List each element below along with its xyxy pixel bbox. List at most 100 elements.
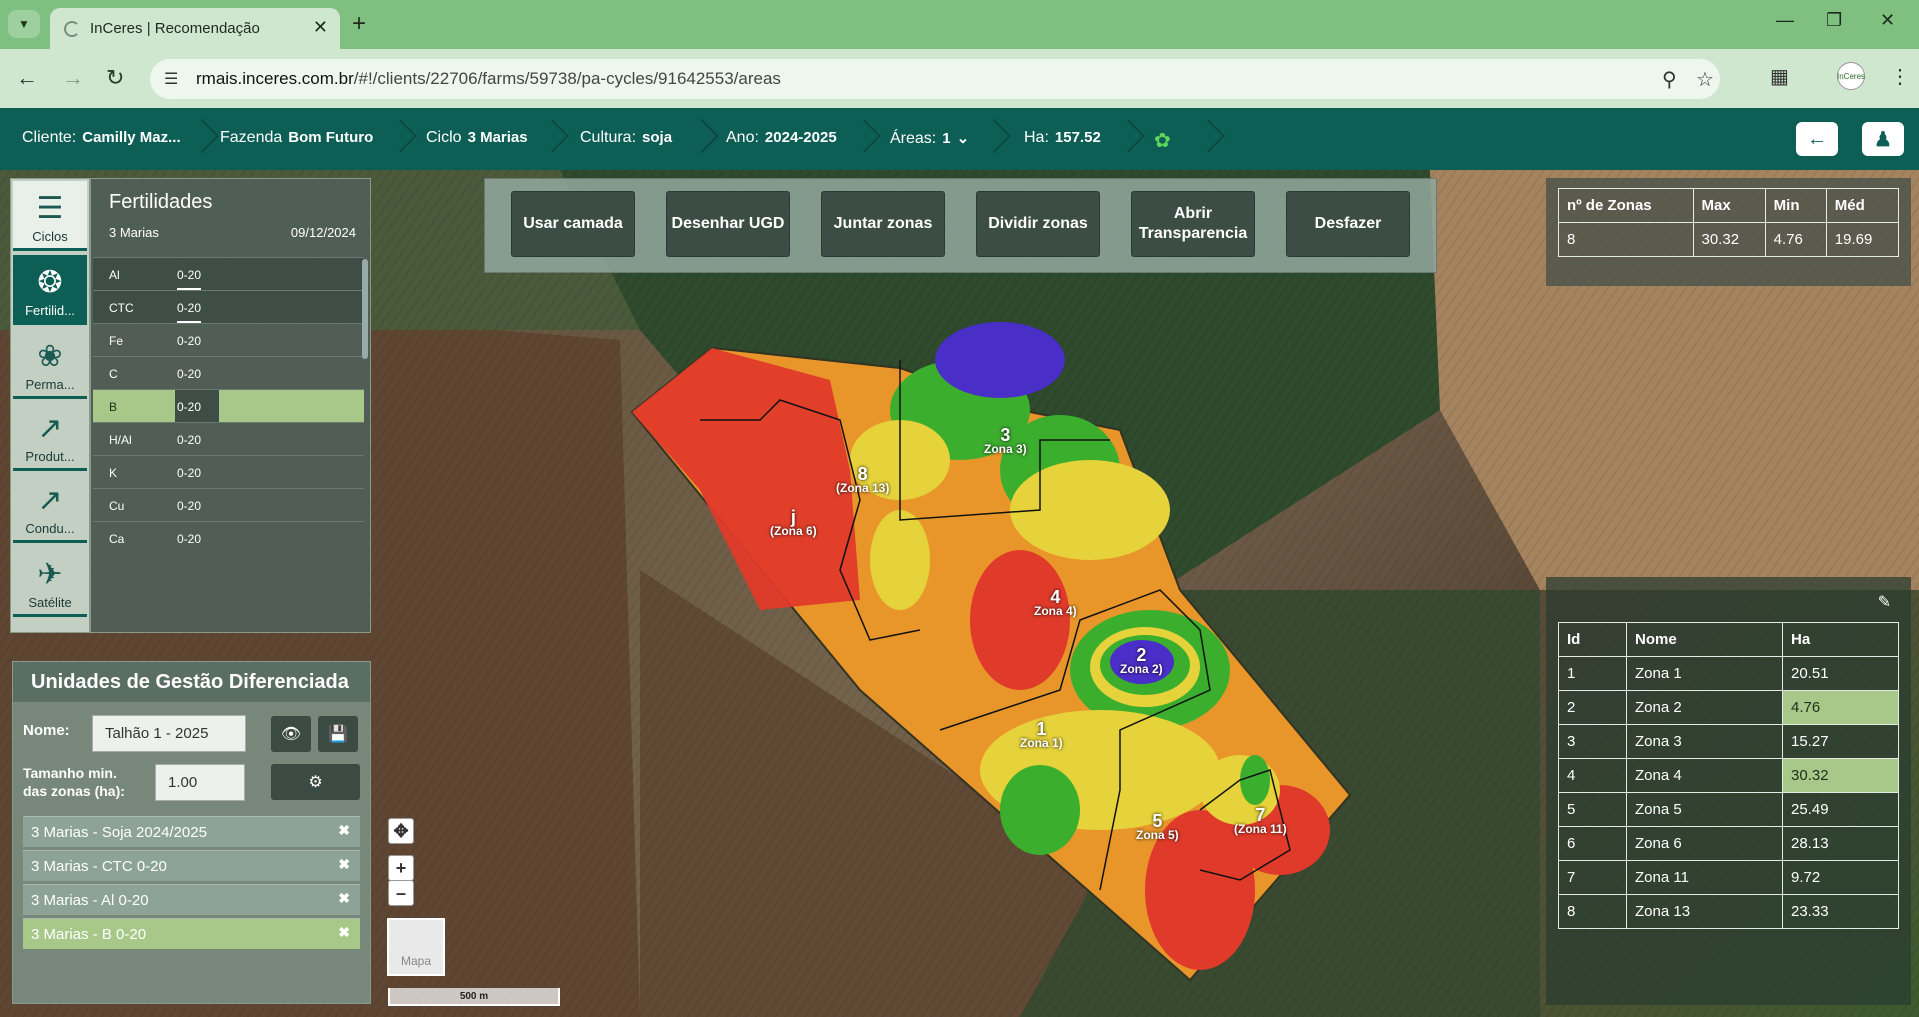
app-header: Cliente: Camilly Maz... Fazenda Bom Futuro… bbox=[0, 108, 1919, 170]
chart-icon: ↗ bbox=[37, 412, 63, 445]
ugd-panel: Unidades de Gestão Diferenciada Nome: 👁 … bbox=[12, 661, 371, 1004]
table-row[interactable]: 4 Zona 4 30.32 bbox=[1558, 758, 1899, 793]
breadcrumb-ha: Ha: 157.52 bbox=[1024, 129, 1101, 146]
pencil-icon[interactable]: ✎ bbox=[1878, 592, 1891, 612]
zoom-in-button[interactable]: + bbox=[388, 855, 414, 881]
close-icon[interactable]: ✖ bbox=[338, 890, 350, 907]
scrollbar[interactable] bbox=[362, 259, 368, 359]
breadcrumb-cultura[interactable]: Cultura: soja bbox=[580, 129, 672, 147]
zone-label-8: 8 (Zona 13) bbox=[836, 464, 890, 495]
stats-min: 4.76 bbox=[1764, 222, 1827, 257]
layer-item-active[interactable]: 3 Marias - B 0-20 ✖ bbox=[23, 918, 360, 949]
left-nav: ☰ Ciclos ❂ Fertilid... ❀ Perma... ↗ Produt..… bbox=[10, 178, 90, 633]
min-size-input[interactable] bbox=[155, 764, 245, 801]
fertility-row-fe[interactable]: Fe 0-20 bbox=[93, 323, 364, 356]
table-row[interactable]: 8 Zona 13 23.33 bbox=[1558, 894, 1899, 929]
back-icon[interactable]: ← bbox=[16, 65, 38, 91]
close-icon[interactable]: ✖ bbox=[338, 856, 350, 873]
zones-table: Id Nome Ha 1 Zona 1 20.51 2 Zona 2 4.76 3 Zon… bbox=[1558, 622, 1899, 929]
address-bar[interactable]: ☰ rmais.inceres.com.br/#!/clients/22706/… bbox=[150, 59, 1720, 99]
site-info-icon[interactable]: ☰ bbox=[164, 69, 178, 89]
new-tab-icon[interactable]: + bbox=[352, 10, 366, 38]
nav-permanentes[interactable]: ❀ Perma... bbox=[13, 329, 87, 399]
fertility-row-k[interactable]: K 0-20 bbox=[93, 455, 364, 488]
zone-label-5: 5 Zona 5) bbox=[1136, 811, 1179, 842]
fertility-row-c[interactable]: C 0-20 bbox=[93, 356, 364, 389]
chevron-down-icon: ⌄ bbox=[956, 130, 970, 147]
zones-header: Nome bbox=[1626, 622, 1783, 657]
save-button[interactable]: 💾 bbox=[318, 716, 358, 752]
table-row[interactable]: 3 Zona 3 15.27 bbox=[1558, 724, 1899, 759]
name-input[interactable] bbox=[92, 715, 246, 752]
bookmark-star-icon[interactable]: ☆ bbox=[1696, 67, 1714, 92]
table-row[interactable]: 6 Zona 6 28.13 bbox=[1558, 826, 1899, 861]
fertility-row-b[interactable]: B 0-20 bbox=[93, 389, 364, 423]
zoom-out-button[interactable]: – bbox=[388, 880, 414, 906]
desfazer-button[interactable]: Desfazer bbox=[1286, 191, 1410, 257]
fertility-row-ctc[interactable]: CTC 0-20 bbox=[93, 290, 364, 323]
nav-produtividade[interactable]: ↗ Produt... bbox=[13, 401, 87, 471]
close-tab-icon[interactable]: ✕ bbox=[313, 17, 328, 38]
fertility-row-al[interactable]: Al 0-20 bbox=[93, 257, 364, 290]
reload-icon[interactable]: ↻ bbox=[106, 65, 124, 91]
minimize-icon[interactable]: — bbox=[1776, 10, 1794, 31]
restore-icon[interactable]: ❐ bbox=[1826, 10, 1842, 31]
tab-search-button[interactable]: ▼ bbox=[8, 10, 40, 38]
fertility-row-hal[interactable]: H/Al 0-20 bbox=[93, 422, 364, 455]
breadcrumb-ciclo[interactable]: Ciclo 3 Marias bbox=[426, 129, 528, 147]
abrir-transparencia-button[interactable]: Abrir Transparencia bbox=[1131, 191, 1255, 257]
breadcrumb-cliente[interactable]: Cliente: Camilly Maz... bbox=[22, 129, 181, 147]
layer-item[interactable]: 3 Marias - Al 0-20 ✖ bbox=[23, 884, 360, 915]
zone-label-3: 3 Zona 3) bbox=[984, 425, 1027, 456]
breadcrumb-areas[interactable]: Áreas: 1 ⌄ bbox=[890, 129, 969, 148]
nav-condutividade[interactable]: ↗ Condu... bbox=[13, 473, 87, 543]
fertility-row-cu[interactable]: Cu 0-20 bbox=[93, 488, 364, 521]
close-window-icon[interactable]: ✕ bbox=[1880, 10, 1895, 31]
loading-icon bbox=[64, 21, 80, 37]
extensions-icon[interactable]: ▦ bbox=[1770, 64, 1789, 89]
layer-item[interactable]: 3 Marias - CTC 0-20 ✖ bbox=[23, 850, 360, 881]
fertility-panel: Fertilidades 3 Marias 09/12/2024 Al 0-20 … bbox=[90, 178, 371, 633]
stats-table: nº de Zonas Max Min Méd 8 30.32 4.76 19.… bbox=[1558, 188, 1900, 257]
stats-header: Méd bbox=[1825, 188, 1900, 223]
table-row[interactable]: 2 Zona 2 4.76 bbox=[1558, 690, 1899, 725]
nav-ciclos[interactable]: ☰ Ciclos bbox=[13, 181, 87, 251]
forward-icon[interactable]: → bbox=[62, 65, 84, 91]
nav-fertilidades[interactable]: ❂ Fertilid... bbox=[13, 255, 87, 325]
usar-camada-button[interactable]: Usar camada bbox=[511, 191, 635, 257]
zone-label-7: 7 (Zona 11) bbox=[1234, 805, 1287, 836]
desenhar-ugd-button[interactable]: Desenhar UGD bbox=[666, 191, 790, 257]
zone-label-1: 1 Zona 1) bbox=[1020, 719, 1063, 750]
panel-date: 09/12/2024 bbox=[290, 225, 356, 240]
zones-header: Ha bbox=[1782, 622, 1899, 657]
table-row[interactable]: 1 Zona 1 20.51 bbox=[1558, 656, 1899, 691]
layer-item[interactable]: 3 Marias - Soja 2024/2025 ✖ bbox=[23, 816, 360, 847]
menu-icon[interactable]: ⋮ bbox=[1890, 64, 1910, 89]
dividir-zonas-button[interactable]: Dividir zonas bbox=[976, 191, 1100, 257]
fertility-row-ca[interactable]: Ca 0-20 bbox=[93, 521, 364, 554]
close-icon[interactable]: ✖ bbox=[338, 822, 350, 839]
zoom-icon[interactable]: ⚲ bbox=[1662, 67, 1677, 92]
profile-avatar[interactable]: InCeres bbox=[1837, 62, 1865, 90]
min-size-label: Tamanho min. das zonas (ha): bbox=[23, 765, 125, 799]
juntar-zonas-button[interactable]: Juntar zonas bbox=[821, 191, 945, 257]
settings-button[interactable]: ⚙ bbox=[271, 764, 360, 800]
stats-mean: 19.69 bbox=[1825, 222, 1900, 257]
plant-icon: ❀ bbox=[37, 340, 63, 373]
eye-button[interactable]: 👁 bbox=[271, 716, 311, 752]
stats-panel: nº de Zonas Max Min Méd 8 30.32 4.76 19.… bbox=[1546, 178, 1911, 286]
user-button[interactable]: ♟ bbox=[1862, 122, 1904, 156]
close-icon[interactable]: ✖ bbox=[338, 924, 350, 941]
back-button[interactable]: ← bbox=[1796, 122, 1838, 156]
pan-icon[interactable]: ✥ bbox=[388, 818, 414, 844]
breadcrumb-fazenda[interactable]: Fazenda Bom Futuro bbox=[220, 129, 373, 147]
nav-satelite[interactable]: ✈ Satélite bbox=[13, 547, 87, 617]
table-row[interactable]: 7 Zona 11 9.72 bbox=[1558, 860, 1899, 895]
browser-tab[interactable]: InCeres | Recomendação ✕ bbox=[50, 8, 340, 49]
zone-label-4: 4 Zona 4) bbox=[1034, 587, 1077, 618]
table-row[interactable]: 5 Zona 5 25.49 bbox=[1558, 792, 1899, 827]
basemap-toggle[interactable]: Mapa bbox=[387, 918, 445, 976]
stats-zone-count: 8 bbox=[1558, 222, 1694, 257]
breadcrumb-ano[interactable]: Ano: 2024-2025 bbox=[726, 129, 837, 147]
satellite-icon: ✈ bbox=[37, 558, 63, 591]
